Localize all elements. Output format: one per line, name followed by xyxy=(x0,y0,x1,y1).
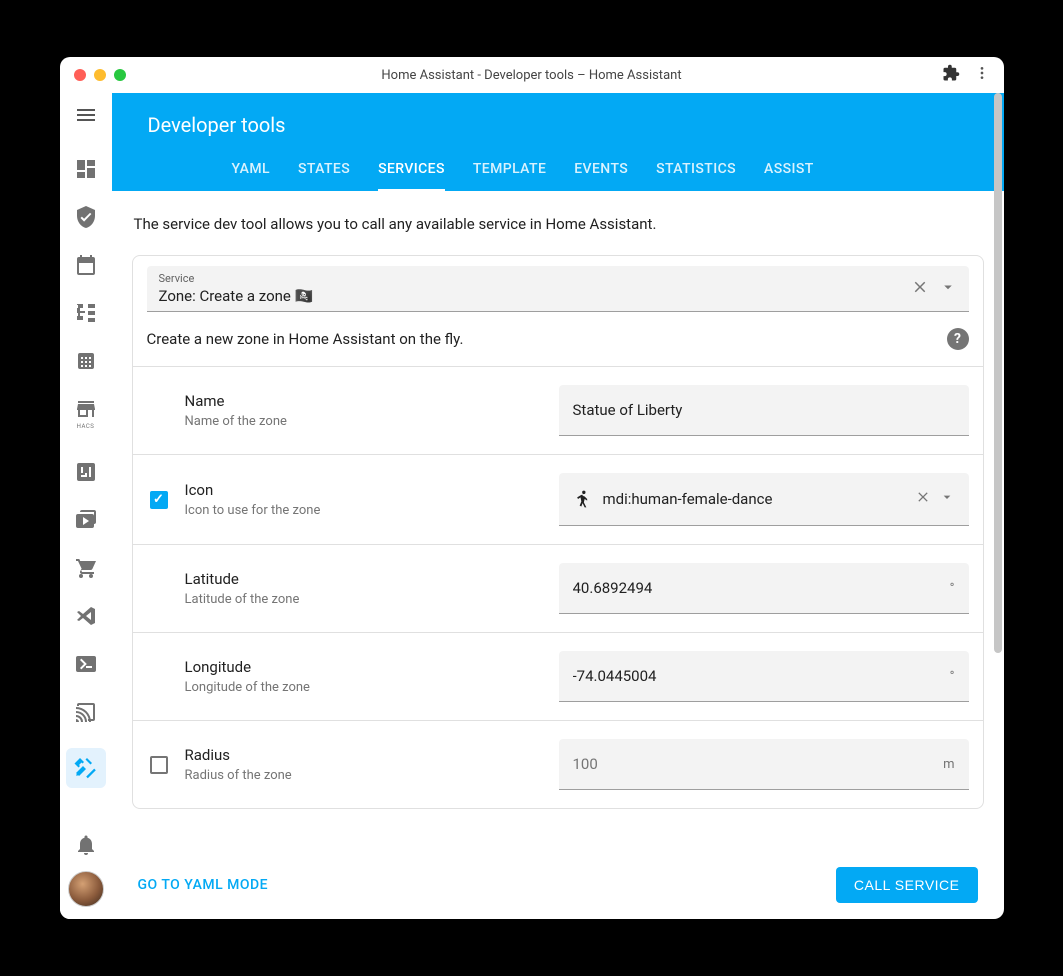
service-selector-label: Service xyxy=(159,272,911,285)
field-hint: Radius of the zone xyxy=(185,768,545,783)
latitude-input[interactable]: ° xyxy=(559,563,969,614)
avatar[interactable] xyxy=(68,871,104,907)
dashboard-icon[interactable] xyxy=(74,157,98,181)
shield-check-icon[interactable] xyxy=(74,205,98,229)
icon-input-text[interactable] xyxy=(603,490,905,508)
main-content: Developer tools YAML STATES SERVICES TEM… xyxy=(112,93,1004,919)
app-window: Home Assistant - Developer tools – Home … xyxy=(60,57,1004,919)
service-selector-value: Zone: Create a zone xyxy=(159,287,291,305)
tab-statistics[interactable]: STATISTICS xyxy=(656,161,736,191)
field-label: Name xyxy=(185,392,545,410)
media-icon[interactable] xyxy=(74,508,98,532)
field-label: Icon xyxy=(185,481,545,499)
developer-tools-icon[interactable] xyxy=(66,748,106,788)
field-label: Latitude xyxy=(185,570,545,588)
tab-yaml[interactable]: YAML xyxy=(232,161,270,191)
tab-template[interactable]: TEMPLATE xyxy=(473,161,546,191)
unit-label: ° xyxy=(950,669,955,684)
help-icon[interactable]: ? xyxy=(947,328,969,350)
cart-icon[interactable] xyxy=(74,556,98,580)
clear-icon[interactable] xyxy=(915,489,931,509)
field-hint: Longitude of the zone xyxy=(185,680,545,695)
scrollbar[interactable] xyxy=(994,93,1002,653)
unit-label: ° xyxy=(950,581,955,596)
header: Developer tools YAML STATES SERVICES TEM… xyxy=(112,93,1004,191)
store-icon[interactable] xyxy=(74,397,98,421)
chip-icon[interactable] xyxy=(74,349,98,373)
field-hint: Icon to use for the zone xyxy=(185,503,545,518)
name-input-text[interactable] xyxy=(573,401,955,419)
titlebar: Home Assistant - Developer tools – Home … xyxy=(60,57,1004,93)
pirate-flag-icon: 🏴‍☠️ xyxy=(295,287,314,305)
field-hint: Latitude of the zone xyxy=(185,592,545,607)
name-input[interactable] xyxy=(559,385,969,436)
device-icon[interactable] xyxy=(74,460,98,484)
cast-icon[interactable] xyxy=(74,700,98,724)
unit-label: m xyxy=(943,757,954,772)
vscode-icon[interactable] xyxy=(74,604,98,628)
flow-icon[interactable] xyxy=(74,301,98,325)
yaml-mode-button[interactable]: GO TO YAML MODE xyxy=(138,877,269,893)
tab-events[interactable]: EVENTS xyxy=(574,161,628,191)
window-minimize-button[interactable] xyxy=(94,69,106,81)
icon-input[interactable] xyxy=(559,473,969,526)
longitude-input-text[interactable] xyxy=(573,667,940,685)
window-close-button[interactable] xyxy=(74,69,86,81)
human-female-dance-icon xyxy=(573,489,593,509)
longitude-input[interactable]: ° xyxy=(559,651,969,702)
chevron-down-icon[interactable] xyxy=(939,489,955,509)
window-maximize-button[interactable] xyxy=(114,69,126,81)
chevron-down-icon[interactable] xyxy=(939,278,957,300)
service-selector[interactable]: Service Zone: Create a zone 🏴‍☠️ xyxy=(147,266,969,312)
window-title: Home Assistant - Developer tools – Home … xyxy=(60,68,1004,83)
latitude-input-text[interactable] xyxy=(573,579,940,597)
field-hint: Name of the zone xyxy=(185,414,545,429)
footer: GO TO YAML MODE CALL SERVICE xyxy=(112,850,1004,919)
clear-icon[interactable] xyxy=(911,278,929,300)
radius-input[interactable]: m xyxy=(559,739,969,790)
sidebar: HACS xyxy=(60,93,112,919)
menu-icon[interactable] xyxy=(74,103,98,127)
service-description: Create a new zone in Home Assistant on t… xyxy=(147,330,947,348)
page-description: The service dev tool allows you to call … xyxy=(132,215,984,233)
radius-checkbox[interactable] xyxy=(150,756,168,774)
radius-input-text[interactable] xyxy=(573,755,934,773)
tab-assist[interactable]: ASSIST xyxy=(764,161,814,191)
field-label: Radius xyxy=(185,746,545,764)
hacs-label: HACS xyxy=(77,423,95,430)
field-row-longitude: Longitude Longitude of the zone ° xyxy=(133,633,983,721)
calendar-icon[interactable] xyxy=(74,253,98,277)
tab-states[interactable]: STATES xyxy=(298,161,350,191)
traffic-lights xyxy=(74,69,126,81)
field-row-icon: Icon Icon to use for the zone xyxy=(133,455,983,545)
service-card: Service Zone: Create a zone 🏴‍☠️ xyxy=(132,255,984,809)
icon-checkbox[interactable] xyxy=(150,491,168,509)
terminal-icon[interactable] xyxy=(74,652,98,676)
field-row-radius: Radius Radius of the zone m xyxy=(133,721,983,808)
call-service-button[interactable]: CALL SERVICE xyxy=(836,867,978,903)
tabs: YAML STATES SERVICES TEMPLATE EVENTS STA… xyxy=(112,161,1004,191)
field-row-latitude: Latitude Latitude of the zone ° xyxy=(133,545,983,633)
field-label: Longitude xyxy=(185,658,545,676)
page-title: Developer tools xyxy=(112,93,1004,137)
notifications-icon[interactable] xyxy=(74,833,98,857)
tab-services[interactable]: SERVICES xyxy=(378,161,445,192)
menu-dots-icon[interactable] xyxy=(974,65,990,85)
extensions-icon[interactable] xyxy=(942,64,960,86)
field-row-name: Name Name of the zone xyxy=(133,367,983,455)
